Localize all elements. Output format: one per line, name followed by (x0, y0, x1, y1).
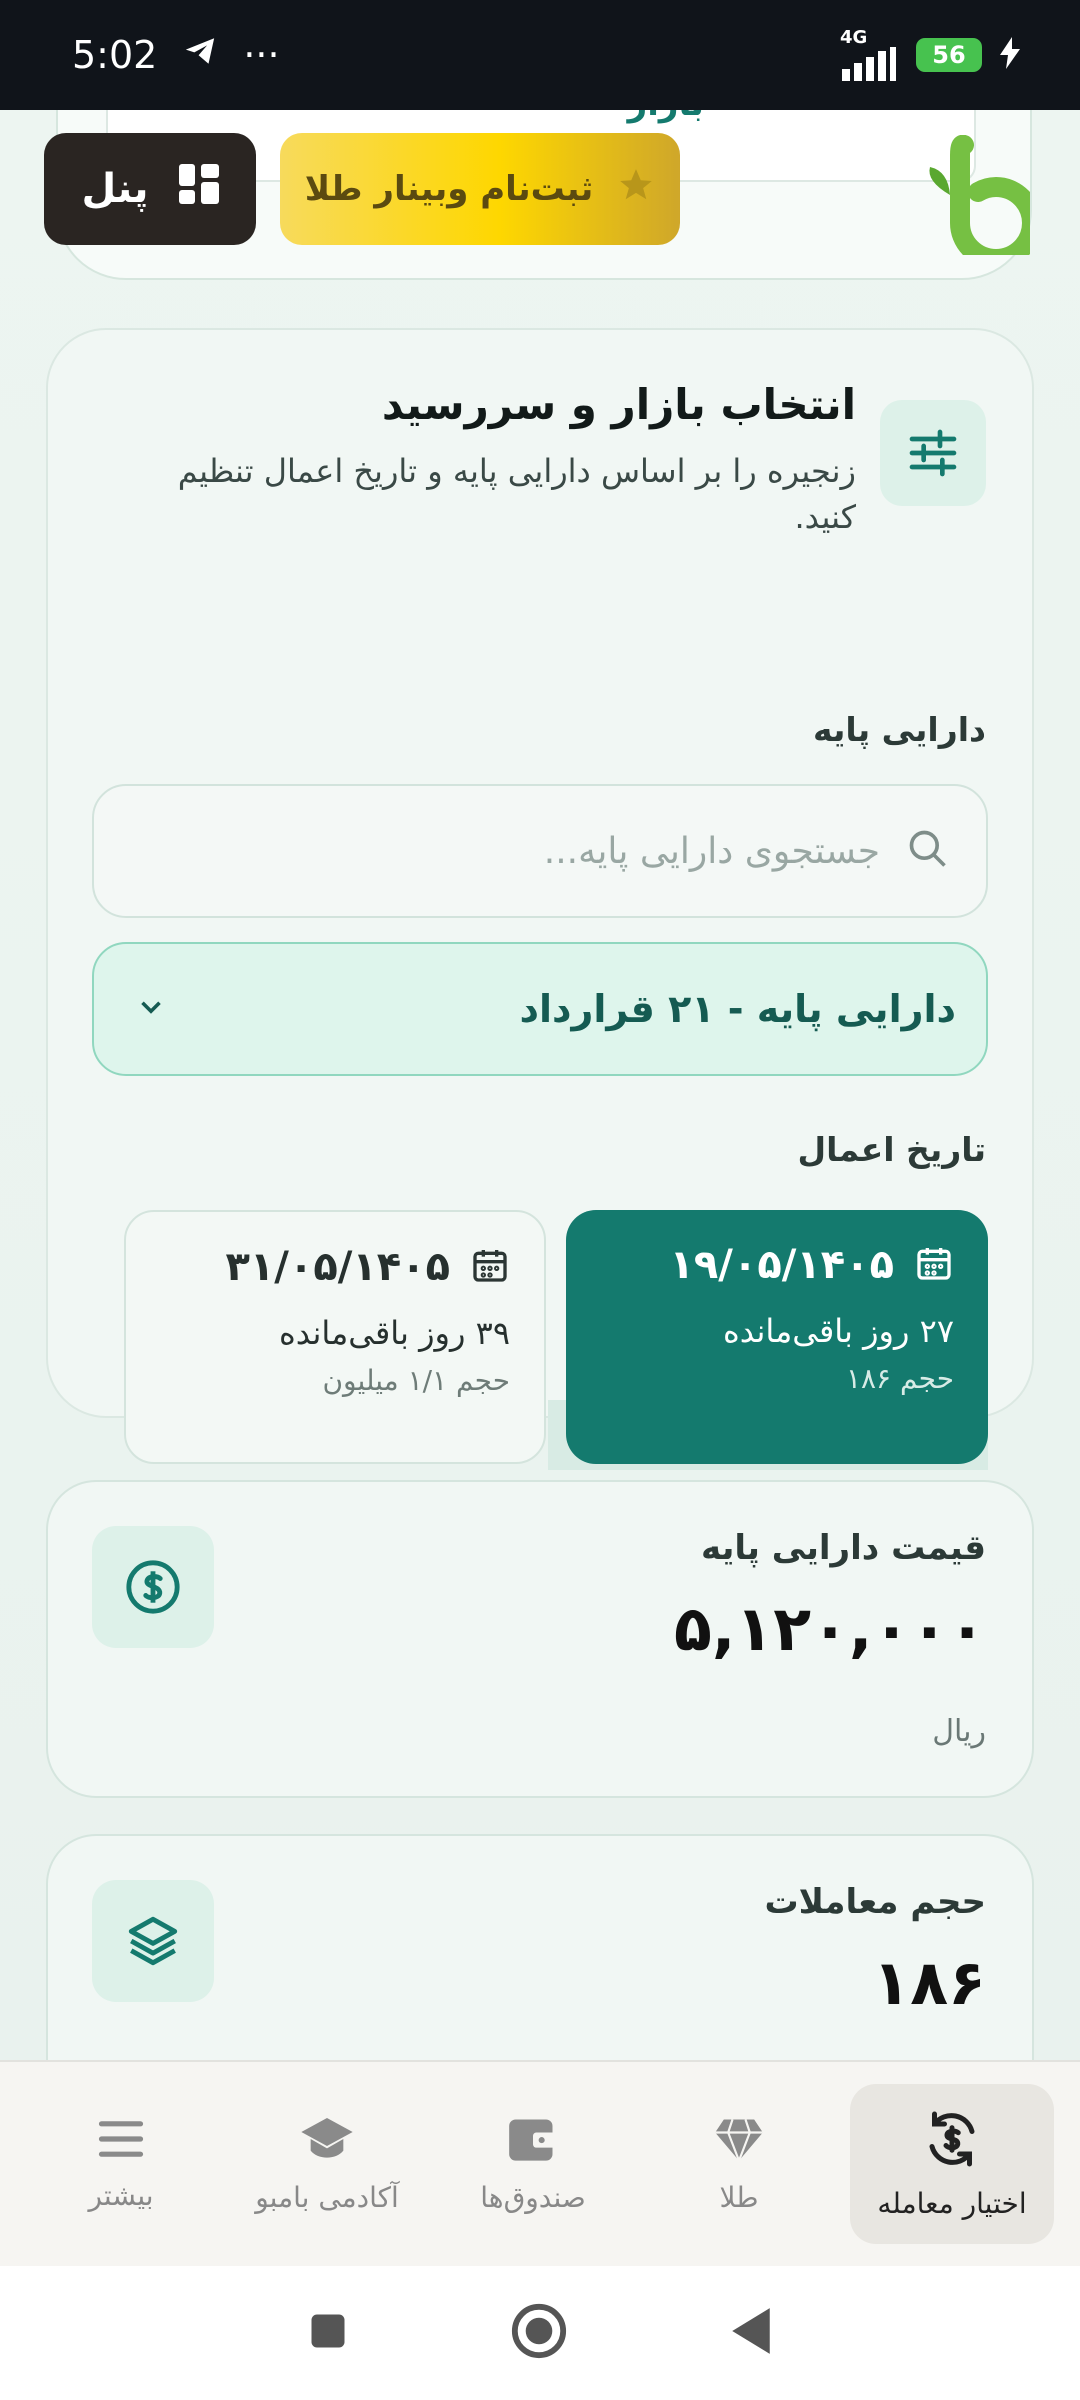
battery-indicator: 56 (916, 38, 982, 72)
star-icon (617, 166, 655, 213)
date-value: ۳۱/۰۵/۱۴۰۵ (225, 1244, 450, 1290)
nav-item-gold[interactable]: طلا (644, 2084, 834, 2244)
graduation-cap-icon (301, 2117, 353, 2158)
home-button[interactable] (510, 2302, 568, 2364)
calendar-icon (470, 1245, 510, 1289)
date-volume: حجم ۱۸۶ (845, 1362, 954, 1395)
nav-item-academy[interactable]: آکادمی بامبو (232, 2084, 422, 2244)
days-left: ۲۷ روز باقی‌مانده (722, 1312, 954, 1350)
panel-label: پنل (81, 166, 149, 212)
status-right: 4G 56 (840, 29, 1020, 81)
chevron-down-icon (134, 990, 168, 1028)
diamond-icon (715, 2118, 763, 2163)
asset-dropdown[interactable]: دارایی پایه - ۲۱ قرارداد (92, 942, 988, 1076)
back-button[interactable] (728, 2306, 774, 2360)
date-option-selected[interactable]: ۱۹/۰۵/۱۴۰۵ ۲۷ روز باقی‌مانده حجم ۱۸۶ (566, 1210, 988, 1464)
status-left: 5:02 ··· (72, 33, 280, 77)
nav-label: اختیار معامله (877, 2186, 1027, 2220)
exercise-date-list[interactable]: ۱۹/۰۵/۱۴۰۵ ۲۷ روز باقی‌مانده حجم ۱۸۶ ۳۱/… (122, 1210, 988, 1470)
panel-button[interactable]: پنل (44, 133, 256, 245)
price-unit: ریال (932, 1714, 986, 1749)
price-value: ۵,۱۲۰,۰۰۰ (674, 1592, 986, 1665)
status-time: 5:02 (72, 33, 158, 77)
nav-label: طلا (719, 2180, 759, 2214)
layers-icon (128, 1916, 178, 1966)
selected-asset-label: دارایی پایه - ۲۱ قرارداد (519, 987, 956, 1031)
wallet-icon (509, 2119, 557, 2161)
market-card-description: زنجیره را بر اساس دارایی پایه و تاریخ اع… (177, 452, 856, 536)
asset-section-label: دارایی پایه (812, 710, 986, 749)
dollar-circle-icon (126, 1560, 180, 1614)
date-volume: حجم ۱/۱ میلیون (322, 1364, 510, 1397)
more-dots-icon: ··· (243, 33, 280, 77)
telegram-icon (183, 33, 217, 77)
volume-icon-box (92, 1880, 214, 2002)
bottom-navigation: بیشتر آکادمی بامبو صندوق‌ها طلا اختیار م… (0, 2060, 1080, 2266)
volume-label: حجم معاملات (764, 1882, 986, 1922)
date-value: ۱۹/۰۵/۱۴۰۵ (669, 1242, 894, 1288)
nav-item-funds[interactable]: صندوق‌ها (438, 2084, 628, 2244)
system-navigation-bar (0, 2266, 1080, 2400)
network-label: 4G (840, 27, 868, 48)
market-card-title: انتخاب بازار و سررسید (381, 380, 856, 429)
charging-icon (1000, 37, 1020, 73)
exchange-dollar-icon (929, 2111, 975, 2166)
nav-label: بیشتر (88, 2178, 154, 2212)
asset-search-input[interactable]: جستجوی دارایی پایه... (92, 784, 988, 918)
bamboo-logo[interactable] (920, 134, 1042, 269)
signal-indicator: 4G (840, 29, 898, 81)
days-left: ۳۹ روز باقی‌مانده (278, 1314, 510, 1352)
search-icon (906, 827, 950, 875)
main-content[interactable]: بازار پنل ثبت‌نام وبینار طلا (0, 110, 1080, 2060)
filter-icon-box (880, 400, 986, 506)
webinar-label: ثبت‌نام وبینار طلا (304, 169, 594, 209)
volume-value: ۱۸۶ (872, 1946, 986, 2019)
header-partial-text: بازار (628, 110, 704, 124)
date-option[interactable]: ۳۱/۰۵/۱۴۰۵ ۳۹ روز باقی‌مانده حجم ۱/۱ میل… (124, 1210, 546, 1464)
menu-icon (98, 2120, 144, 2157)
price-icon-box (92, 1526, 214, 1648)
signal-icon (842, 47, 896, 81)
trade-volume-card: حجم معاملات ۱۸۶ (46, 1834, 1034, 2060)
webinar-signup-button[interactable]: ثبت‌نام وبینار طلا (280, 133, 680, 245)
status-bar: 5:02 ··· 4G 56 (0, 0, 1080, 110)
search-placeholder: جستجوی دارایی پایه... (543, 830, 880, 872)
underlying-price-card: قیمت دارایی پایه ۵,۱۲۰,۰۰۰ ریال (46, 1480, 1034, 1798)
calendar-icon (914, 1243, 954, 1287)
nav-item-more[interactable]: بیشتر (26, 2084, 216, 2244)
sliders-icon (909, 429, 957, 477)
price-label: قیمت دارایی پایه (700, 1528, 986, 1568)
nav-label: صندوق‌ها (480, 2180, 586, 2214)
nav-item-options[interactable]: اختیار معامله (850, 2084, 1054, 2244)
nav-label: آکادمی بامبو (255, 2180, 399, 2214)
market-selection-card: انتخاب بازار و سررسید زنجیره را بر اساس … (46, 328, 1034, 1470)
grid-icon (178, 164, 219, 214)
exercise-date-label: تاریخ اعمال (797, 1130, 986, 1169)
recent-apps-button[interactable] (306, 2309, 350, 2357)
